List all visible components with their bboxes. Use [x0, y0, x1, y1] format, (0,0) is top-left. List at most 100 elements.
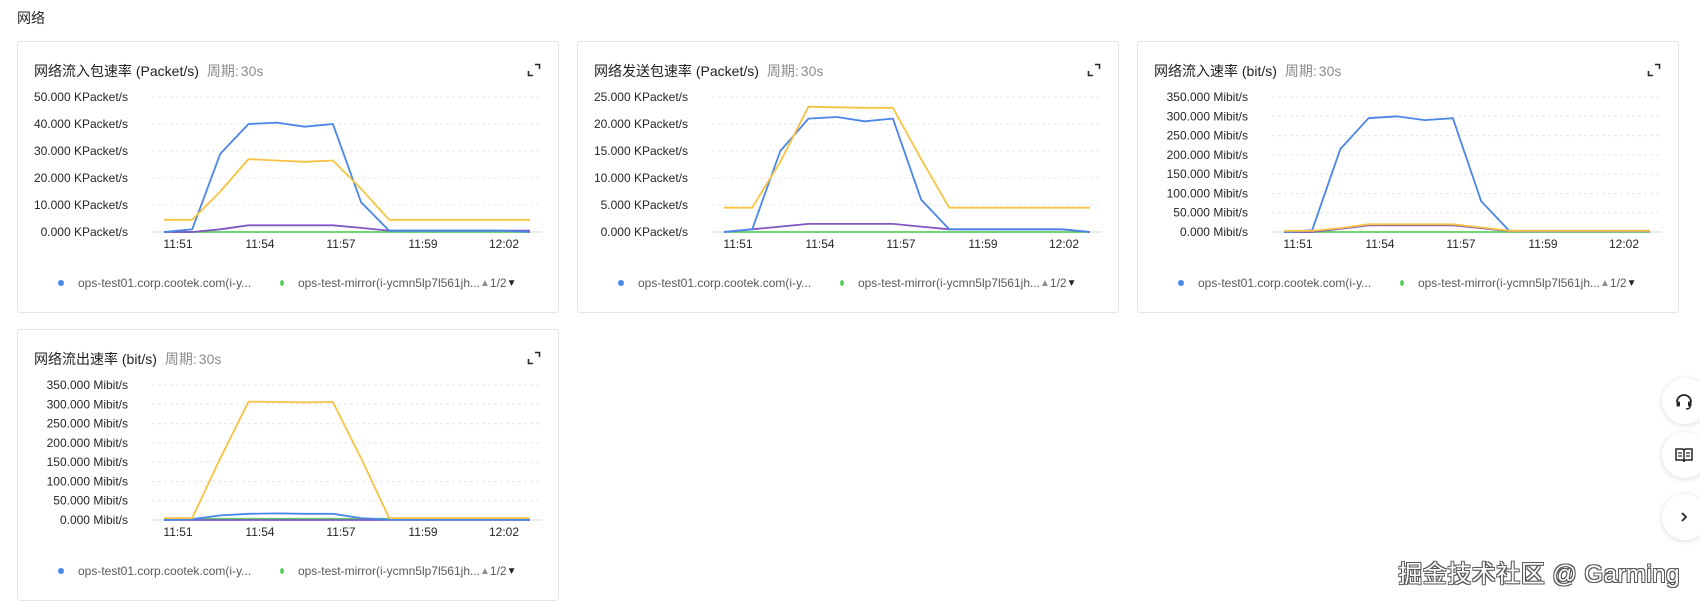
legend-dot: [280, 280, 284, 286]
metric-card: 网络流入速率 (bit/s) 周期: 30s 350.000 Mibit/s 30…: [1137, 41, 1679, 313]
support-button[interactable]: [1662, 378, 1700, 424]
legend-item[interactable]: ops-test-mirror(i-ycmn5lp7l561jh...: [280, 564, 480, 578]
legend-dot: [1178, 280, 1184, 286]
expand-icon[interactable]: [526, 62, 542, 78]
y-tick-label: 0.000 Mibit/s: [60, 513, 128, 527]
y-tick-label: 20.000 KPacket/s: [594, 117, 688, 131]
legend-prev-icon[interactable]: ▲: [480, 566, 490, 577]
legend-item[interactable]: ops-test-mirror(i-ycmn5lp7l561jh...: [840, 276, 1040, 290]
x-tick-label: 11:51: [1283, 237, 1312, 251]
y-tick-label: 150.000 Mibit/s: [1167, 167, 1248, 181]
legend-next-icon[interactable]: ▼: [1627, 278, 1637, 289]
x-tick-label: 11:51: [163, 525, 192, 539]
chart-legend: ops-test01.corp.cootek.com(i-y... ops-te…: [1178, 275, 1662, 291]
x-tick-label: 11:59: [1528, 237, 1557, 251]
legend-item[interactable]: ops-test01.corp.cootek.com(i-y...: [1178, 276, 1400, 290]
expand-icon[interactable]: [526, 350, 542, 366]
y-tick-label: 50.000 Mibit/s: [1173, 206, 1248, 220]
x-tick-label: 12:02: [1609, 237, 1639, 251]
expand-icon[interactable]: [1646, 62, 1662, 78]
y-tick-label: 250.000 Mibit/s: [47, 417, 128, 431]
y-tick-label: 200.000 Mibit/s: [1167, 148, 1248, 162]
period-label: 周期:: [1284, 63, 1317, 79]
chart-legend: ops-test01.corp.cootek.com(i-y... ops-te…: [58, 563, 542, 579]
legend-page: 1/2: [489, 564, 507, 578]
period-label: 周期:: [164, 351, 197, 367]
y-tick-label: 40.000 KPacket/s: [34, 117, 128, 131]
legend-label: ops-test01.corp.cootek.com(i-y...: [78, 276, 252, 290]
card-header: 网络流入速率 (bit/s) 周期: 30s: [1154, 60, 1662, 82]
period-value: 30s: [1318, 63, 1342, 79]
legend-next-icon[interactable]: ▼: [1067, 278, 1077, 289]
legend-page: 1/2: [489, 276, 507, 290]
legend-page: 1/2: [1049, 276, 1067, 290]
metric-card: 网络发送包速率 (Packet/s) 周期: 30s 25.000 KPacke…: [577, 41, 1119, 313]
legend-item[interactable]: ops-test01.corp.cootek.com(i-y...: [618, 276, 840, 290]
y-tick-label: 10.000 KPacket/s: [594, 171, 688, 185]
legend-pager: ▲ 1/2 ▼: [480, 564, 517, 578]
y-tick-label: 300.000 Mibit/s: [47, 397, 128, 411]
chevron-right-icon: [1681, 512, 1688, 522]
legend-prev-icon[interactable]: ▲: [480, 278, 490, 289]
legend-label: ops-test01.corp.cootek.com(i-y...: [1198, 276, 1372, 290]
y-tick-label: 350.000 Mibit/s: [47, 378, 128, 392]
docs-button[interactable]: [1662, 432, 1700, 478]
line-chart: 25.000 KPacket/s 20.000 KPacket/s 15.000 K…: [594, 90, 1102, 251]
legend-dot: [280, 568, 284, 574]
x-tick-label: 11:54: [245, 237, 274, 251]
chart-legend: ops-test01.corp.cootek.com(i-y... ops-te…: [58, 275, 542, 291]
line-chart: 350.000 Mibit/s 300.000 Mibit/s 250.000 Mi…: [47, 378, 542, 539]
legend-pager: ▲ 1/2 ▼: [1040, 276, 1077, 290]
period-value: 30s: [240, 63, 264, 79]
legend-prev-icon[interactable]: ▲: [1600, 278, 1610, 289]
y-tick-label: 10.000 KPacket/s: [34, 198, 128, 212]
line-chart: 50.000 KPacket/s 40.000 KPacket/s 30.000 K…: [34, 90, 542, 251]
y-tick-label: 350.000 Mibit/s: [1167, 90, 1248, 104]
legend-item[interactable]: ops-test-mirror(i-ycmn5lp7l561jh...: [280, 276, 480, 290]
legend-next-icon[interactable]: ▼: [507, 278, 517, 289]
y-tick-label: 30.000 KPacket/s: [34, 144, 128, 158]
y-tick-label: 50.000 Mibit/s: [53, 494, 128, 508]
legend-label: ops-test-mirror(i-ycmn5lp7l561jh...: [297, 276, 480, 290]
legend-item[interactable]: ops-test01.corp.cootek.com(i-y...: [58, 276, 280, 290]
legend-dot: [58, 280, 64, 286]
card-header: 网络流入包速率 (Packet/s) 周期: 30s: [34, 60, 542, 82]
y-tick-label: 150.000 Mibit/s: [47, 455, 128, 469]
y-tick-label: 15.000 KPacket/s: [594, 144, 688, 158]
x-tick-label: 11:54: [1365, 237, 1394, 251]
legend-next-icon[interactable]: ▼: [507, 566, 517, 577]
x-tick-label: 12:02: [1049, 237, 1079, 251]
series-line-1: [163, 121, 531, 233]
card-title: 网络流出速率 (bit/s): [34, 351, 157, 367]
collapse-button[interactable]: [1662, 494, 1700, 540]
y-tick-label: 5.000 KPacket/s: [601, 198, 688, 212]
legend-item[interactable]: ops-test01.corp.cootek.com(i-y...: [58, 564, 280, 578]
legend-dot: [58, 568, 64, 574]
y-tick-label: 0.000 KPacket/s: [601, 225, 688, 239]
y-tick-label: 0.000 KPacket/s: [41, 225, 128, 239]
card-header: 网络流出速率 (bit/s) 周期: 30s: [34, 348, 542, 370]
y-tick-label: 100.000 Mibit/s: [47, 474, 128, 488]
y-tick-label: 50.000 KPacket/s: [34, 90, 128, 104]
x-tick-label: 12:02: [489, 525, 519, 539]
x-tick-label: 11:57: [326, 525, 355, 539]
legend-dot: [1400, 280, 1404, 286]
legend-label: ops-test01.corp.cootek.com(i-y...: [638, 276, 812, 290]
legend-prev-icon[interactable]: ▲: [1040, 278, 1050, 289]
x-tick-label: 11:59: [968, 237, 997, 251]
series-line-4: [723, 222, 1091, 233]
book-icon: [1675, 448, 1693, 463]
legend-dot: [618, 280, 624, 286]
period-value: 30s: [198, 351, 222, 367]
expand-icon[interactable]: [1086, 62, 1102, 78]
card-title: 网络流入包速率 (Packet/s): [34, 63, 199, 79]
metric-card: 网络流入包速率 (Packet/s) 周期: 30s 50.000 KPacke…: [17, 41, 559, 313]
x-tick-label: 11:57: [886, 237, 915, 251]
legend-item[interactable]: ops-test-mirror(i-ycmn5lp7l561jh...: [1400, 276, 1600, 290]
x-tick-label: 11:57: [1446, 237, 1475, 251]
card-header: 网络发送包速率 (Packet/s) 周期: 30s: [594, 60, 1102, 82]
section-title: 网络: [17, 10, 45, 26]
x-tick-label: 11:51: [723, 237, 752, 251]
card-title: 网络流入速率 (bit/s): [1154, 63, 1277, 79]
card-title: 网络发送包速率 (Packet/s): [594, 63, 759, 79]
